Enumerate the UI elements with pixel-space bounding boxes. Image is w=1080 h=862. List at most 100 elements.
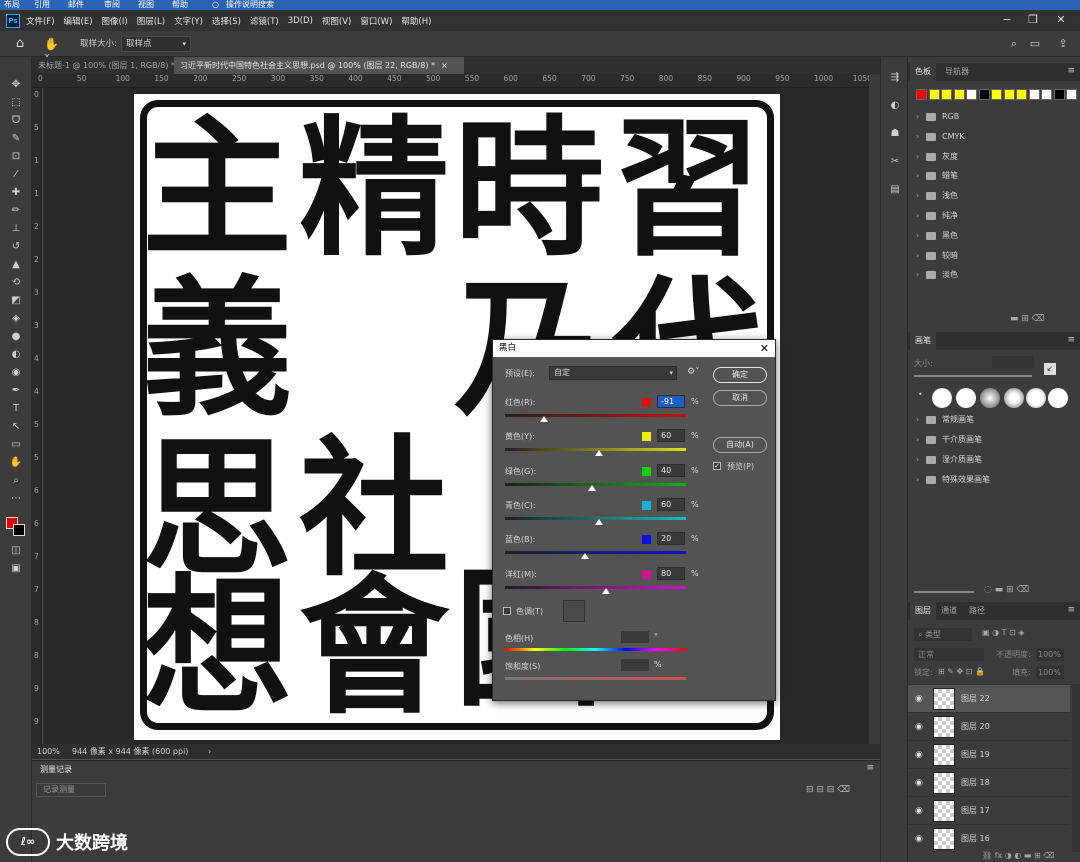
pen-tool-icon[interactable]: ✒ <box>8 383 24 399</box>
blur-tool-icon[interactable]: ● <box>8 329 24 345</box>
tab-measurement-log[interactable]: 测量记录 <box>36 763 76 777</box>
brush-folder[interactable]: › 常规画笔 <box>908 410 1070 430</box>
tint-checkbox[interactable] <box>503 607 511 615</box>
marquee-tool-icon[interactable]: ⬚ <box>8 95 24 111</box>
slider-knob[interactable] <box>540 416 549 422</box>
properties-panel-icon[interactable]: ▤ <box>888 183 902 197</box>
tab-navigator[interactable]: 导航器 <box>940 63 974 81</box>
stamp-tool-icon[interactable]: ▲ <box>8 257 24 273</box>
record-measurement-button[interactable]: 记录测量 <box>36 783 106 797</box>
background-color-swatch[interactable] <box>13 524 25 536</box>
brush-size-field[interactable] <box>992 356 1034 368</box>
color-swatch[interactable] <box>1066 89 1077 100</box>
more-tools-icon[interactable]: ⋯ <box>8 491 24 507</box>
zoom-level[interactable]: 100% <box>37 744 60 759</box>
ribbon-item[interactable]: 引用 <box>34 0 50 10</box>
panel-menu-icon[interactable]: ≡ <box>866 763 874 773</box>
canvas-scrollbar[interactable] <box>869 74 880 744</box>
ribbon-item[interactable]: 审阅 <box>104 0 120 10</box>
search-icon[interactable]: ⌕ <box>1006 36 1022 52</box>
brush-tip-icon[interactable] <box>1026 388 1046 408</box>
swatch-folder[interactable]: › 浅色 <box>908 186 1070 206</box>
swatch-folder[interactable]: › 黑色 <box>908 226 1070 246</box>
close-icon[interactable]: ✕ <box>1054 13 1068 27</box>
menu-window[interactable]: 窗口(W) <box>360 15 392 27</box>
move-tool-icon[interactable]: ✥ <box>8 77 24 93</box>
libraries-panel-icon[interactable]: ☗ <box>888 127 902 141</box>
menu-filter[interactable]: 滤镜(T) <box>250 15 279 27</box>
color-swatch[interactable] <box>953 89 965 100</box>
swatch-folder[interactable]: › 蜡笔 <box>908 166 1070 186</box>
hue-field[interactable] <box>621 631 649 643</box>
fill-field[interactable]: 100% <box>1036 666 1064 679</box>
slider-value-field[interactable]: 20 <box>657 532 685 546</box>
ribbon-item[interactable]: 帮助 <box>172 0 188 10</box>
brush-tip-hard-icon[interactable]: • <box>918 390 923 399</box>
eyedropper-tool-icon[interactable]: ⁄ <box>8 167 24 183</box>
slider-track[interactable] <box>505 414 686 417</box>
color-swatch[interactable] <box>991 89 1002 100</box>
history-panel-icon[interactable]: ⇶ <box>888 71 902 85</box>
slider-knob[interactable] <box>595 450 604 457</box>
menu-view[interactable]: 视图(V) <box>322 15 351 27</box>
brush-tip-icon[interactable] <box>1004 388 1024 408</box>
color-swatch[interactable] <box>966 89 977 100</box>
blend-mode-select[interactable]: 正常 <box>914 648 984 661</box>
slider-knob[interactable] <box>602 587 611 594</box>
history-brush-tool-icon[interactable]: ↺ <box>8 239 24 255</box>
layer-filter-select[interactable]: ⌕ 类型 <box>914 628 972 641</box>
chevron-right-icon[interactable]: › <box>208 744 211 759</box>
tab-brushes[interactable]: 画笔 <box>910 332 936 350</box>
gear-icon[interactable]: ⚙˅ <box>687 367 700 377</box>
color-swatch[interactable] <box>941 89 952 100</box>
share-icon[interactable]: ⇪ <box>1055 36 1071 52</box>
auto-button[interactable]: 自动(A) <box>713 437 767 453</box>
eye-icon[interactable]: ◉ <box>915 741 923 769</box>
color-swatch[interactable] <box>928 89 940 100</box>
rectangle-tool-icon[interactable]: ▭ <box>8 437 24 453</box>
swatch-folder[interactable]: › 纯净 <box>908 206 1070 226</box>
eye-icon[interactable]: ◉ <box>915 769 923 797</box>
crop-tool-icon[interactable]: ⊡ <box>8 149 24 165</box>
panel-footer-icons[interactable]: ▬ ⊞ ⌫ <box>1010 314 1045 324</box>
export-icon[interactable]: ⊟ ⊟ ⊟ ⌫ <box>806 785 850 795</box>
layer-row[interactable]: ◉ 图层 20 <box>908 712 1070 740</box>
menu-help[interactable]: 帮助(H) <box>401 15 431 27</box>
new-brush-icon[interactable]: ↙ <box>1044 363 1056 375</box>
close-tab-icon[interactable]: × <box>441 61 448 70</box>
color-swatch[interactable] <box>1003 89 1015 100</box>
minimize-icon[interactable]: − <box>1000 13 1014 27</box>
document-tab-active[interactable]: 习近平新时代中国特色社会主义思想.psd @ 100% (图层 22, RGB/… <box>174 57 464 74</box>
menu-select[interactable]: 选择(S) <box>212 15 241 27</box>
menu-layer[interactable]: 图层(L) <box>137 15 165 27</box>
brush-tip-icon[interactable] <box>1048 388 1068 408</box>
brush-footer-icons[interactable]: ◌ ▬ ⊞ ⌫ <box>984 585 1029 595</box>
clone-stamp-tool-icon[interactable]: ⊥ <box>8 221 24 237</box>
ribbon-item[interactable]: 操作说明搜索 <box>226 0 274 10</box>
art-history-brush-icon[interactable]: ⟲ <box>8 275 24 291</box>
home-icon[interactable]: ⌂ <box>12 36 28 52</box>
tab-layers[interactable]: 图层 <box>910 602 936 620</box>
ribbon-item[interactable]: 邮件 <box>68 0 84 10</box>
screen-mode-icon[interactable]: ▣ <box>8 561 24 577</box>
tools-panel-icon[interactable]: ✂ <box>888 155 902 169</box>
brush-tip-icon[interactable] <box>956 388 976 408</box>
sponge-tool-icon[interactable]: ◉ <box>8 365 24 381</box>
brush-folder[interactable]: › 特殊效果画笔 <box>908 470 1070 490</box>
lock-icons[interactable]: ⊞ ✎ ✥ ⊡ 🔒 <box>938 667 985 676</box>
brush-size-slider[interactable] <box>914 375 1032 377</box>
color-swatch[interactable] <box>1016 89 1027 100</box>
paint-bucket-tool-icon[interactable]: ◈ <box>8 311 24 327</box>
sample-size-select[interactable]: 取样点 ▾ <box>121 36 191 52</box>
swatch-folder[interactable]: › CMYK <box>908 127 1070 147</box>
hue-slider[interactable] <box>505 648 686 651</box>
layer-filter-icons[interactable]: ▣ ◑ T ⊡ ◈ <box>982 628 1024 637</box>
workspace-icon[interactable]: ▭ <box>1027 36 1043 52</box>
brush-tip-icon[interactable] <box>980 388 1000 408</box>
panel-menu-icon[interactable]: ≡ <box>1067 335 1075 345</box>
layer-row[interactable]: ◉ 图层 17 <box>908 796 1070 824</box>
dodge-tool-icon[interactable]: ◐ <box>8 347 24 363</box>
ribbon-item[interactable]: 视图 <box>138 0 154 10</box>
ribbon-item[interactable]: 布局 <box>4 0 20 10</box>
slider-knob[interactable] <box>580 553 589 560</box>
